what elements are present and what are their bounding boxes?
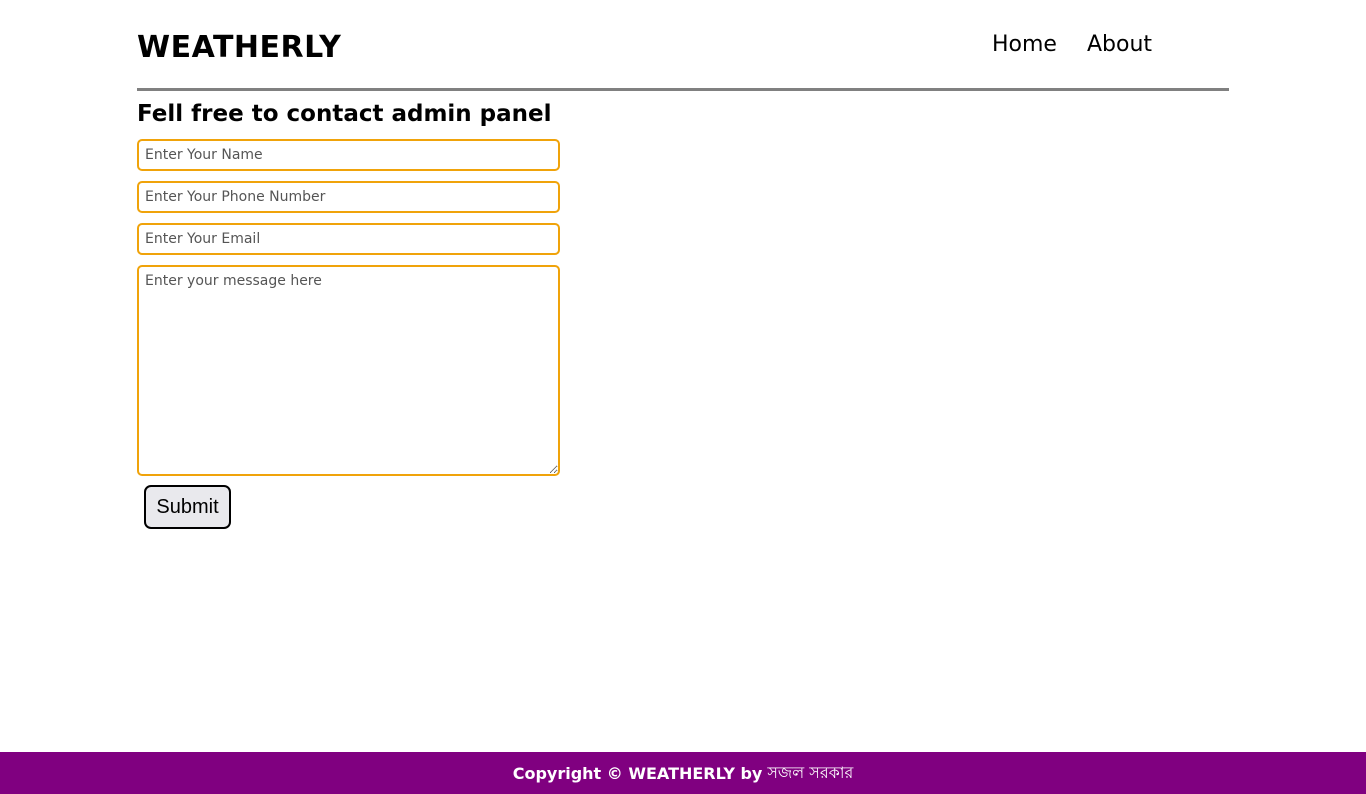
page-container: WEATHERLY Home About Fell free to contac… xyxy=(137,0,1229,529)
name-input[interactable] xyxy=(137,139,560,171)
submit-button[interactable]: Submit xyxy=(144,485,231,529)
site-logo: WEATHERLY xyxy=(137,30,342,65)
nav-home-link[interactable]: Home xyxy=(992,28,1057,62)
page-title: Fell free to contact admin panel xyxy=(137,101,552,127)
footer: Copyright © WEATHERLY by সজল সরকার xyxy=(0,752,1366,794)
message-textarea[interactable] xyxy=(137,265,560,476)
header: WEATHERLY Home About xyxy=(137,0,1229,91)
email-input[interactable] xyxy=(137,223,560,255)
phone-input[interactable] xyxy=(137,181,560,213)
footer-author: সজল সরকার xyxy=(767,762,854,782)
nav-about-link[interactable]: About xyxy=(1087,28,1152,62)
footer-copyright: Copyright © WEATHERLY by xyxy=(512,763,763,783)
main-nav: Home About xyxy=(992,28,1152,62)
